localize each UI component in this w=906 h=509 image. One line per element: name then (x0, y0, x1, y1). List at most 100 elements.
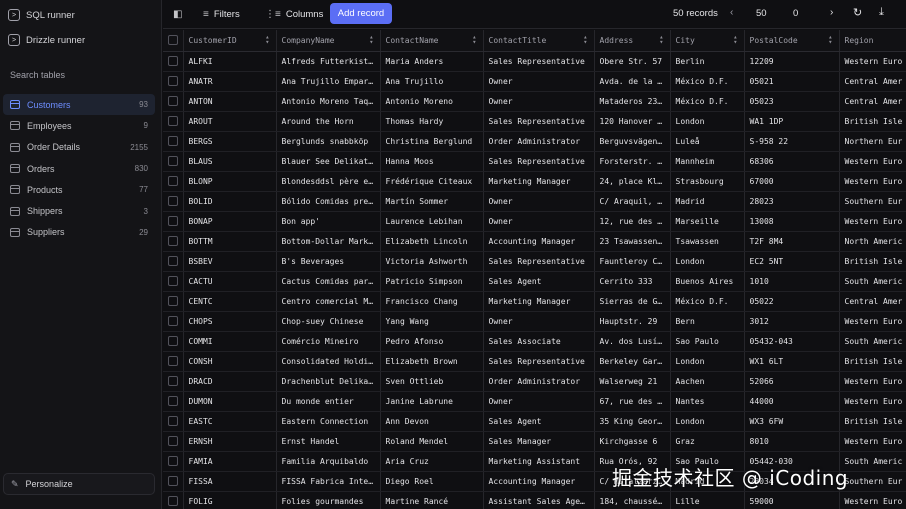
table-cell[interactable]: Drachenblut Delika… (276, 371, 381, 392)
download-icon[interactable]: ⤓ (879, 6, 884, 19)
row-checkbox[interactable] (163, 151, 184, 172)
table-cell[interactable]: Consolidated Holdi… (276, 351, 381, 372)
table-cell[interactable]: 120 Hanover … (594, 111, 671, 132)
table-cell[interactable]: BOLID (183, 191, 277, 212)
table-row[interactable]: ERNSH Ernst Handel Roland Mendel Sales Mana… (163, 431, 906, 452)
table-cell[interactable]: Pedro Afonso (380, 331, 484, 352)
table-cell[interactable]: Patricio Simpson (380, 271, 484, 292)
select-all-checkbox[interactable] (163, 30, 184, 52)
table-cell[interactable]: 3012 (744, 311, 840, 332)
sort-icon[interactable]: ▴ ▾ (828, 34, 832, 46)
table-cell[interactable]: Western Euro (839, 311, 906, 332)
table-cell[interactable]: Antonio Moreno Taq… (276, 91, 381, 112)
table-cell[interactable]: Francisco Chang (380, 291, 484, 312)
table-cell[interactable]: DRACD (183, 371, 277, 392)
table-row[interactable]: AROUT Around the Horn Thomas Hardy Sales Re… (163, 111, 906, 132)
table-cell[interactable]: Ann Devon (380, 411, 484, 432)
table-cell[interactable]: Bottom-Dollar Mark… (276, 231, 381, 252)
table-cell[interactable]: Cerrito 333 (594, 271, 671, 292)
table-cell[interactable]: Martín Sommer (380, 191, 484, 212)
table-cell[interactable]: FISSA Fabrica Inte… (276, 471, 381, 492)
table-cell[interactable]: Western Euro (839, 391, 906, 412)
table-cell[interactable]: Western Euro (839, 371, 906, 392)
table-row[interactable]: CACTU Cactus Comidas par… Patricio Simpson… (163, 271, 906, 292)
sidebar-item-suppliers[interactable]: Suppliers 29 (3, 222, 155, 243)
table-cell[interactable]: Aria Cruz (380, 451, 484, 472)
table-cell[interactable]: WX3 6FW (744, 411, 840, 432)
row-checkbox[interactable] (163, 51, 184, 72)
refresh-icon[interactable]: ↻ (853, 6, 862, 19)
table-cell[interactable]: Lille (670, 491, 745, 509)
page-limit-input[interactable]: 50 (756, 8, 767, 19)
table-cell[interactable]: Cactus Comidas par… (276, 271, 381, 292)
table-cell[interactable]: Southern Eur (839, 191, 906, 212)
table-cell[interactable]: EASTC (183, 411, 277, 432)
table-cell[interactable]: 184, chaussé… (594, 491, 671, 509)
table-cell[interactable]: Yang Wang (380, 311, 484, 332)
table-row[interactable]: BONAP Bon app' Laurence Lebihan Owner 12, ru… (163, 211, 906, 232)
table-cell[interactable]: Berguvsvägen… (594, 131, 671, 152)
table-cell[interactable]: Madrid (670, 191, 745, 212)
table-cell[interactable]: Order Administrator (483, 131, 595, 152)
table-row[interactable]: DRACD Drachenblut Delika… Sven Ottlieb Orde… (163, 371, 906, 392)
column-header[interactable]: ContactTitle ▴ ▾ (483, 30, 595, 52)
table-cell[interactable]: 1010 (744, 271, 840, 292)
table-cell[interactable]: EC2 5NT (744, 251, 840, 272)
table-cell[interactable]: Around the Horn (276, 111, 381, 132)
table-cell[interactable]: Ana Trujillo Empar… (276, 71, 381, 92)
table-cell[interactable]: Sales Associate (483, 331, 595, 352)
table-cell[interactable]: Luleå (670, 131, 745, 152)
table-cell[interactable]: ALFKI (183, 51, 277, 72)
table-cell[interactable]: Aachen (670, 371, 745, 392)
table-cell[interactable]: 24, place Kl… (594, 171, 671, 192)
table-row[interactable]: ANATR Ana Trujillo Empar… Ana Trujillo Owne… (163, 71, 906, 92)
table-cell[interactable]: Mataderos 23… (594, 91, 671, 112)
table-cell[interactable]: Alfreds Futterkist… (276, 51, 381, 72)
table-row[interactable]: BSBEV B's Beverages Victoria Ashworth Sales… (163, 251, 906, 272)
table-cell[interactable]: Sales Agent (483, 271, 595, 292)
table-cell[interactable]: Northern Eur (839, 131, 906, 152)
table-cell[interactable]: 59000 (744, 491, 840, 509)
table-cell[interactable]: BLONP (183, 171, 277, 192)
table-cell[interactable]: FAMIA (183, 451, 277, 472)
table-cell[interactable]: 44000 (744, 391, 840, 412)
row-checkbox[interactable] (163, 91, 184, 112)
table-cell[interactable]: Marseille (670, 211, 745, 232)
sidebar-item-shippers[interactable]: Shippers 3 (3, 200, 155, 221)
row-checkbox[interactable] (163, 451, 184, 472)
table-cell[interactable]: London (670, 251, 745, 272)
table-row[interactable]: ALFKI Alfreds Futterkist… Maria Anders Sale… (163, 51, 906, 72)
table-cell[interactable]: Victoria Ashworth (380, 251, 484, 272)
row-checkbox[interactable] (163, 291, 184, 312)
table-row[interactable]: EASTC Eastern Connection Ann Devon Sales Ag… (163, 411, 906, 432)
table-cell[interactable]: London (670, 111, 745, 132)
row-checkbox[interactable] (163, 431, 184, 452)
table-cell[interactable]: 23 Tsawassen… (594, 231, 671, 252)
row-checkbox[interactable] (163, 211, 184, 232)
table-cell[interactable]: 52066 (744, 371, 840, 392)
sort-icon[interactable]: ▴ ▾ (659, 34, 663, 46)
table-cell[interactable]: DUMON (183, 391, 277, 412)
table-cell[interactable]: Elizabeth Brown (380, 351, 484, 372)
table-cell[interactable]: Accounting Manager (483, 471, 595, 492)
table-cell[interactable]: FOLIG (183, 491, 277, 509)
table-cell[interactable]: ANATR (183, 71, 277, 92)
table-row[interactable]: CHOPS Chop-suey Chinese Yang Wang Owner Haup… (163, 311, 906, 332)
table-row[interactable]: BLAUS Blauer See Delikat… Hanna Moos Sales … (163, 151, 906, 172)
table-cell[interactable]: Accounting Manager (483, 231, 595, 252)
table-cell[interactable]: CHOPS (183, 311, 277, 332)
table-cell[interactable]: Ana Trujillo (380, 71, 484, 92)
table-cell[interactable]: T2F 8M4 (744, 231, 840, 252)
table-cell[interactable]: Owner (483, 71, 595, 92)
table-row[interactable]: BLONP Blondesddsl père e… Frédérique Citea… (163, 171, 906, 192)
table-cell[interactable]: Berlin (670, 51, 745, 72)
row-checkbox[interactable] (163, 471, 184, 492)
row-checkbox[interactable] (163, 251, 184, 272)
row-checkbox[interactable] (163, 71, 184, 92)
personalize-button[interactable]: ✎ Personalize (3, 473, 155, 495)
toggle-sidebar-button[interactable]: ◧ (173, 4, 182, 24)
table-cell[interactable]: Walserweg 21 (594, 371, 671, 392)
table-cell[interactable]: México D.F. (670, 71, 745, 92)
table-cell[interactable]: Blauer See Delikat… (276, 151, 381, 172)
sql-runner-link[interactable]: > SQL runner (8, 4, 75, 26)
